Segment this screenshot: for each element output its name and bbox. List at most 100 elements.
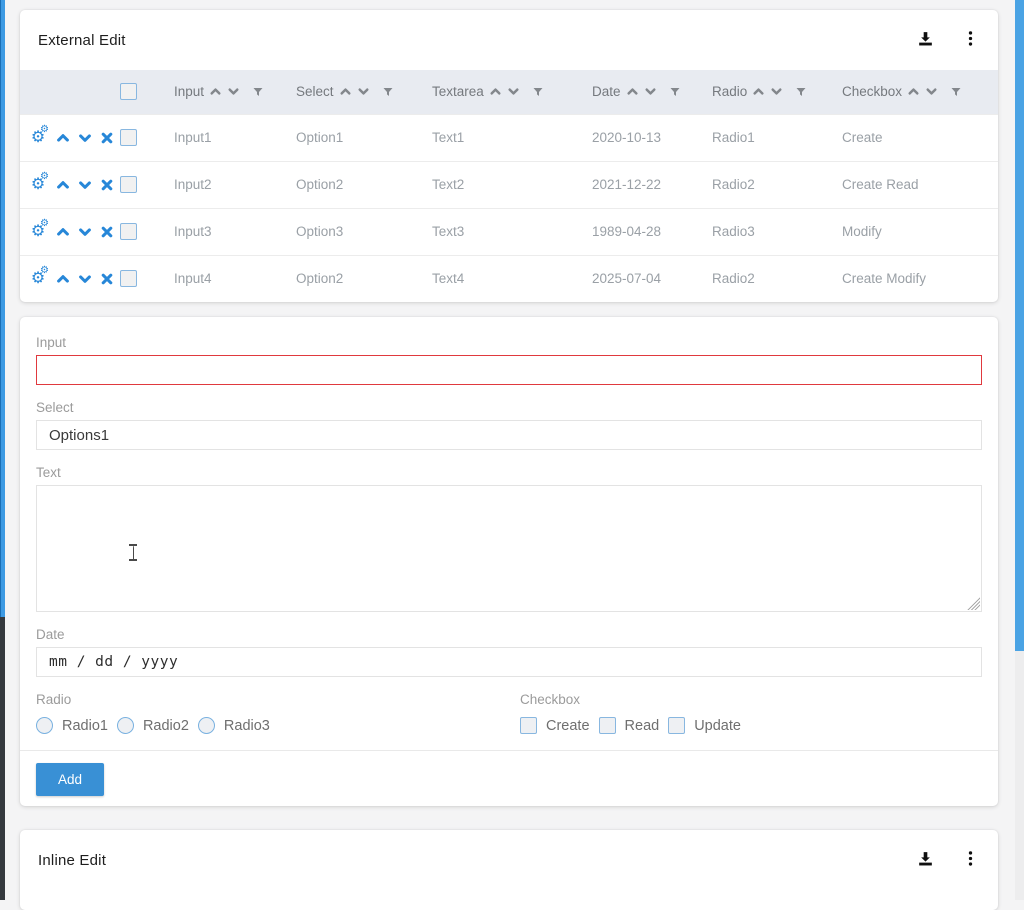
row-delete-button[interactable] [100,131,114,145]
table-header-row: Input Select [20,70,998,114]
right-scrollbar-track[interactable] [1015,0,1024,900]
row-settings-button[interactable]: ⚙⚙ [28,129,48,147]
radio-option-radio3[interactable]: Radio3 [198,717,270,734]
row-settings-button[interactable]: ⚙⚙ [28,270,48,288]
cell-radio: Radio2 [712,161,842,208]
row-settings-button[interactable]: ⚙⚙ [28,176,48,194]
row-settings-button[interactable]: ⚙⚙ [28,223,48,241]
column-header-radio[interactable]: Radio [712,70,842,114]
checkbox-option-create[interactable]: Create [520,717,590,734]
data-table: Input Select [20,70,998,302]
row-checkbox[interactable] [120,270,137,287]
radio-icon[interactable] [198,717,215,734]
date-field-label: Date [36,627,982,642]
radio-option-label: Radio2 [143,718,189,734]
column-header-checkbox[interactable]: Checkbox [842,70,998,114]
table-row[interactable]: ⚙⚙ Input1 Option1 Text1 2020-10-13 Radio… [20,114,998,161]
row-move-down-button[interactable] [78,178,92,192]
row-delete-button[interactable] [100,225,114,239]
radio-icon[interactable] [117,717,134,734]
row-move-down-button[interactable] [78,131,92,145]
column-header-input[interactable]: Input [174,70,296,114]
sort-desc-icon[interactable] [227,85,240,98]
text-field[interactable] [36,485,982,612]
right-scrollbar-thumb[interactable] [1015,0,1024,651]
add-button[interactable]: Add [36,763,104,796]
sort-asc-icon[interactable] [907,85,920,98]
filter-icon[interactable] [532,86,544,98]
column-label: Select [296,84,334,99]
radio-option-radio1[interactable]: Radio1 [36,717,108,734]
download-icon [916,29,935,51]
column-header-date[interactable]: Date [592,70,712,114]
table-row[interactable]: ⚙⚙ Input2 Option2 Text2 2021-12-22 Radio… [20,161,998,208]
cell-checkbox: Create Modify [842,255,998,302]
download-button[interactable] [916,849,935,871]
filter-icon[interactable] [795,86,807,98]
chevron-down-icon [78,225,92,239]
row-move-up-button[interactable] [56,225,70,239]
more-options-button[interactable] [961,29,980,51]
download-button[interactable] [916,29,935,51]
sort-asc-icon[interactable] [626,85,639,98]
row-checkbox[interactable] [120,176,137,193]
column-header-select[interactable]: Select [296,70,432,114]
row-move-up-button[interactable] [56,272,70,286]
left-scrollbar-thumb[interactable] [0,0,5,617]
chevron-down-icon [78,131,92,145]
checkbox-icon[interactable] [668,717,685,734]
radio-icon[interactable] [36,717,53,734]
sort-asc-icon[interactable] [752,85,765,98]
select-all-checkbox[interactable] [120,83,137,100]
radio-option-radio2[interactable]: Radio2 [117,717,189,734]
checkbox-option-label: Read [625,718,660,734]
checkbox-option-update[interactable]: Update [668,717,741,734]
sort-desc-icon[interactable] [357,85,370,98]
external-edit-card: External Edit Input [20,10,998,302]
row-move-up-button[interactable] [56,131,70,145]
column-header-textarea[interactable]: Textarea [432,70,592,114]
sort-desc-icon[interactable] [644,85,657,98]
cell-textarea: Text4 [432,255,592,302]
row-move-up-button[interactable] [56,178,70,192]
cell-checkbox: Create [842,114,998,161]
cell-radio: Radio3 [712,208,842,255]
x-icon [100,225,114,239]
text-field-label: Text [36,465,982,480]
filter-icon[interactable] [382,86,394,98]
table-row[interactable]: ⚙⚙ Input3 Option3 Text3 1989-04-28 Radio… [20,208,998,255]
date-field[interactable] [36,647,982,677]
input-field-label: Input [36,335,982,350]
sort-desc-icon[interactable] [507,85,520,98]
sort-asc-icon[interactable] [489,85,502,98]
cogs-icon: ⚙⚙ [28,223,48,241]
row-move-down-button[interactable] [78,225,92,239]
row-checkbox[interactable] [120,223,137,240]
filter-icon[interactable] [669,86,681,98]
sort-desc-icon[interactable] [925,85,938,98]
actions-column-header [20,70,116,114]
cogs-icon: ⚙⚙ [28,176,48,194]
filter-icon[interactable] [950,86,962,98]
external-edit-header: External Edit [20,10,998,70]
input-field[interactable] [36,355,982,385]
row-move-down-button[interactable] [78,272,92,286]
checkbox-icon[interactable] [599,717,616,734]
checkbox-icon[interactable] [520,717,537,734]
row-delete-button[interactable] [100,272,114,286]
filter-icon[interactable] [252,86,264,98]
resize-grip-icon[interactable] [967,597,980,610]
left-scrollbar-track[interactable] [0,0,5,900]
table-row[interactable]: ⚙⚙ Input4 Option2 Text4 2025-07-04 Radio… [20,255,998,302]
sort-asc-icon[interactable] [339,85,352,98]
cell-select: Option1 [296,114,432,161]
sort-asc-icon[interactable] [209,85,222,98]
more-options-button[interactable] [961,849,980,871]
sort-desc-icon[interactable] [770,85,783,98]
kebab-menu-icon [961,29,980,51]
chevron-up-icon [56,178,70,192]
checkbox-option-read[interactable]: Read [599,717,660,734]
select-field[interactable] [36,420,982,450]
row-checkbox[interactable] [120,129,137,146]
row-delete-button[interactable] [100,178,114,192]
